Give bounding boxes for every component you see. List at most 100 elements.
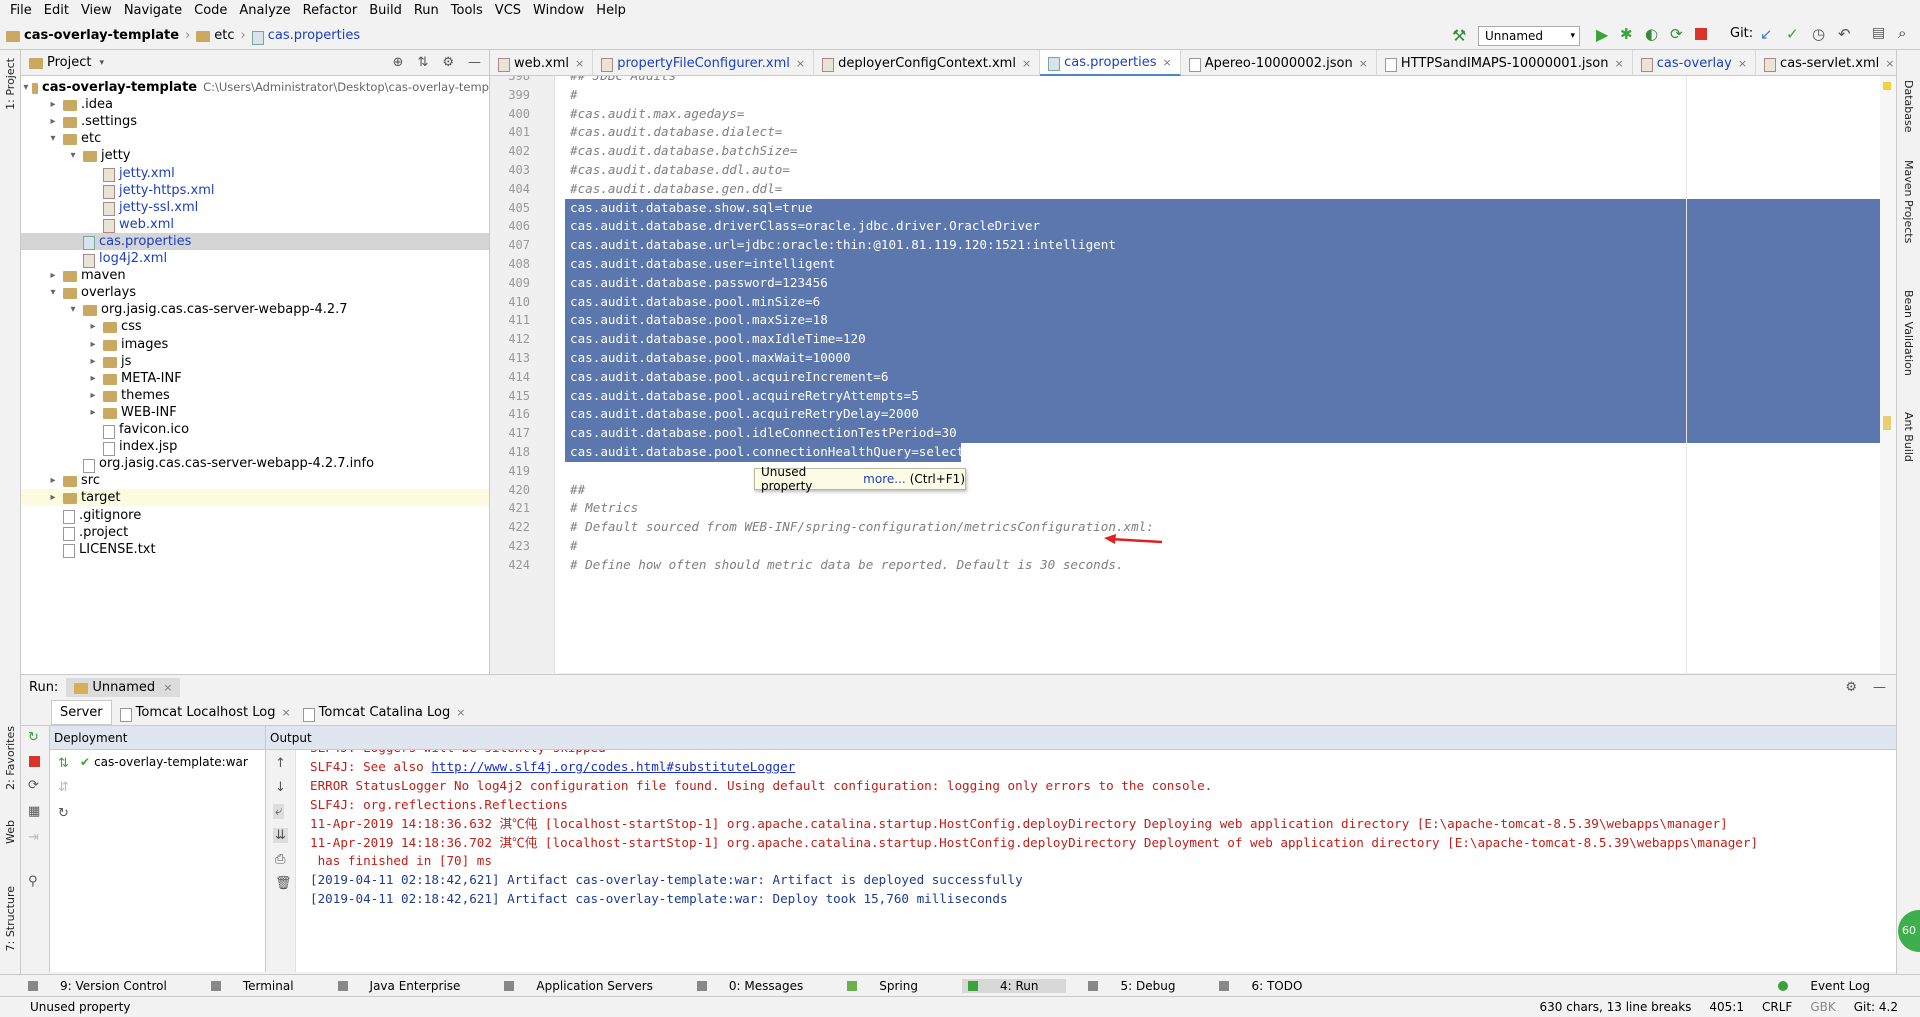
menu-run[interactable]: Run [408,0,445,22]
tree-item[interactable]: .gitignore [21,507,489,525]
tree-item[interactable]: .project [21,524,489,542]
tree-item[interactable]: log4j2.xml [21,250,489,268]
gear-icon[interactable]: ⚙ [442,55,454,70]
tree-item[interactable]: ▸ target [21,489,489,507]
stop-icon[interactable] [1695,28,1707,40]
target-icon[interactable]: ⊕ [393,55,404,70]
tomcat-localhost-log-tab[interactable]: Tomcat Localhost Log × [119,705,291,722]
search-icon[interactable]: ⌕ [1898,24,1906,42]
file-encoding[interactable]: GBK [1810,1000,1835,1014]
close-icon[interactable]: × [281,706,290,719]
close-icon[interactable]: × [1738,57,1747,70]
breadcrumb-file[interactable]: cas.properties [268,28,360,43]
undeploy-icon[interactable]: ⇵ [58,780,69,795]
event-log-tool-button[interactable]: Event Log [1778,979,1892,993]
tooltip-more-link[interactable]: more... [863,472,906,486]
run-config-tab[interactable]: Unnamed × [66,678,181,697]
expand-down-icon[interactable]: ▾ [47,130,59,147]
tree-item[interactable]: ▾ overlays [21,284,489,301]
tree-item[interactable]: ▾ jetty [21,147,489,164]
run-tool-button[interactable]: 4: Run [961,978,1067,993]
caret-position[interactable]: 405:1 [1709,1000,1744,1014]
expand-down-icon[interactable]: ▾ [23,79,28,96]
run-icon[interactable]: ▶ [1596,25,1608,44]
print-icon[interactable]: ⎙ [275,852,285,867]
project-tool-button[interactable]: 1: Project [4,58,17,110]
tree-item[interactable]: jetty.xml [21,165,489,183]
close-icon[interactable]: × [456,706,465,719]
expand-right-icon[interactable]: ▸ [87,387,99,404]
tree-item[interactable]: index.jsp [21,438,489,456]
maven-tool-button[interactable]: Maven Projects [1902,160,1915,243]
tree-item[interactable]: ▸ .settings [21,113,489,130]
java-enterprise-tool-button[interactable]: Java Enterprise [337,979,483,993]
editor-tab[interactable]: cas.properties × [1040,50,1181,76]
expand-right-icon[interactable]: ▸ [47,113,59,130]
breadcrumb-project[interactable]: cas-overlay-template [24,28,179,43]
tree-item[interactable]: jetty-ssl.xml [21,199,489,217]
menu-code[interactable]: Code [188,0,233,22]
expand-down-icon[interactable]: ▾ [67,147,79,164]
close-icon[interactable]: × [163,681,172,694]
tree-item[interactable]: ▸ images [21,336,489,353]
tree-item[interactable]: web.xml [21,216,489,234]
expand-right-icon[interactable]: ▸ [87,353,99,370]
menu-vcs[interactable]: VCS [489,0,527,22]
rerun-icon[interactable]: ↻ [28,730,39,745]
application-servers-tool-button[interactable]: Application Servers [504,979,674,993]
minimize-icon[interactable]: — [468,55,481,70]
tree-item[interactable]: ▸ src [21,472,489,489]
menu-build[interactable]: Build [363,0,408,22]
scroll-up-icon[interactable]: ↑ [275,756,286,771]
hammer-build-icon[interactable]: ⚒ [1452,26,1466,45]
pin-icon[interactable]: ⚲ [28,874,38,889]
menu-window[interactable]: Window [527,0,590,22]
editor-scrollbar[interactable] [1880,76,1896,673]
close-icon[interactable]: × [1022,57,1031,70]
menu-file[interactable]: File [4,0,38,22]
server-tab[interactable]: Server [51,700,112,725]
menu-analyze[interactable]: Analyze [233,0,296,22]
bean-validation-tool-button[interactable]: Bean Validation [1902,290,1915,376]
tree-item[interactable]: ▾ org.jasig.cas.cas-server-webapp-4.2.7 [21,301,489,318]
spring-tool-button[interactable]: Spring [847,979,940,993]
soft-wrap-icon[interactable]: ⤶ [273,804,285,819]
expand-right-icon[interactable]: ▸ [47,267,59,284]
menu-tools[interactable]: Tools [445,0,489,22]
tree-item[interactable]: ▸ WEB-INF [21,404,489,421]
deploy-icon[interactable]: ⇥ [28,830,39,845]
tree-item[interactable]: ▸ css [21,318,489,335]
scroll-down-icon[interactable]: ↓ [275,780,286,795]
git-update-icon[interactable]: ↙ [1760,25,1773,43]
tree-item[interactable]: jetty-https.xml [21,182,489,200]
menu-view[interactable]: View [75,0,118,22]
expand-right-icon[interactable]: ▸ [47,472,59,489]
refresh-icon[interactable]: ↻ [58,806,69,821]
clear-all-icon[interactable]: 🗑 [275,876,292,891]
tomcat-catalina-log-tab[interactable]: Tomcat Catalina Log × [302,705,465,722]
tree-item[interactable]: ▸ themes [21,387,489,404]
todo-tool-button[interactable]: 6: TODO [1219,979,1324,993]
line-separator[interactable]: CRLF [1762,1000,1792,1014]
project-pane-title[interactable]: Project [47,55,91,70]
update-app-icon[interactable]: ⟳ [28,778,39,793]
close-icon[interactable]: × [1885,57,1894,70]
web-tool-button[interactable]: Web [4,820,17,844]
debug-icon[interactable]: ✱ [1620,25,1633,43]
chevron-down-icon[interactable]: ▾ [99,58,104,68]
expand-right-icon[interactable]: ▸ [87,336,99,353]
tree-item[interactable]: cas.properties [21,232,489,251]
stop-icon[interactable] [29,756,40,767]
menu-help[interactable]: Help [590,0,632,22]
editor-tab[interactable]: HTTPSandIMAPS-10000001.json × [1377,50,1633,76]
tree-item[interactable]: ▸ META-INF [21,370,489,387]
git-branch[interactable]: Git: 4.2 [1854,1000,1898,1014]
editor-tab[interactable]: web.xml × [490,50,594,76]
tree-item[interactable]: favicon.ico [21,421,489,439]
close-icon[interactable]: × [796,57,805,70]
expand-down-icon[interactable]: ▾ [67,301,79,318]
expand-right-icon[interactable]: ▸ [47,96,59,113]
ant-build-tool-button[interactable]: Ant Build [1902,412,1915,462]
coverage-icon[interactable]: ◐ [1645,25,1658,43]
expand-right-icon[interactable]: ▸ [87,318,99,335]
